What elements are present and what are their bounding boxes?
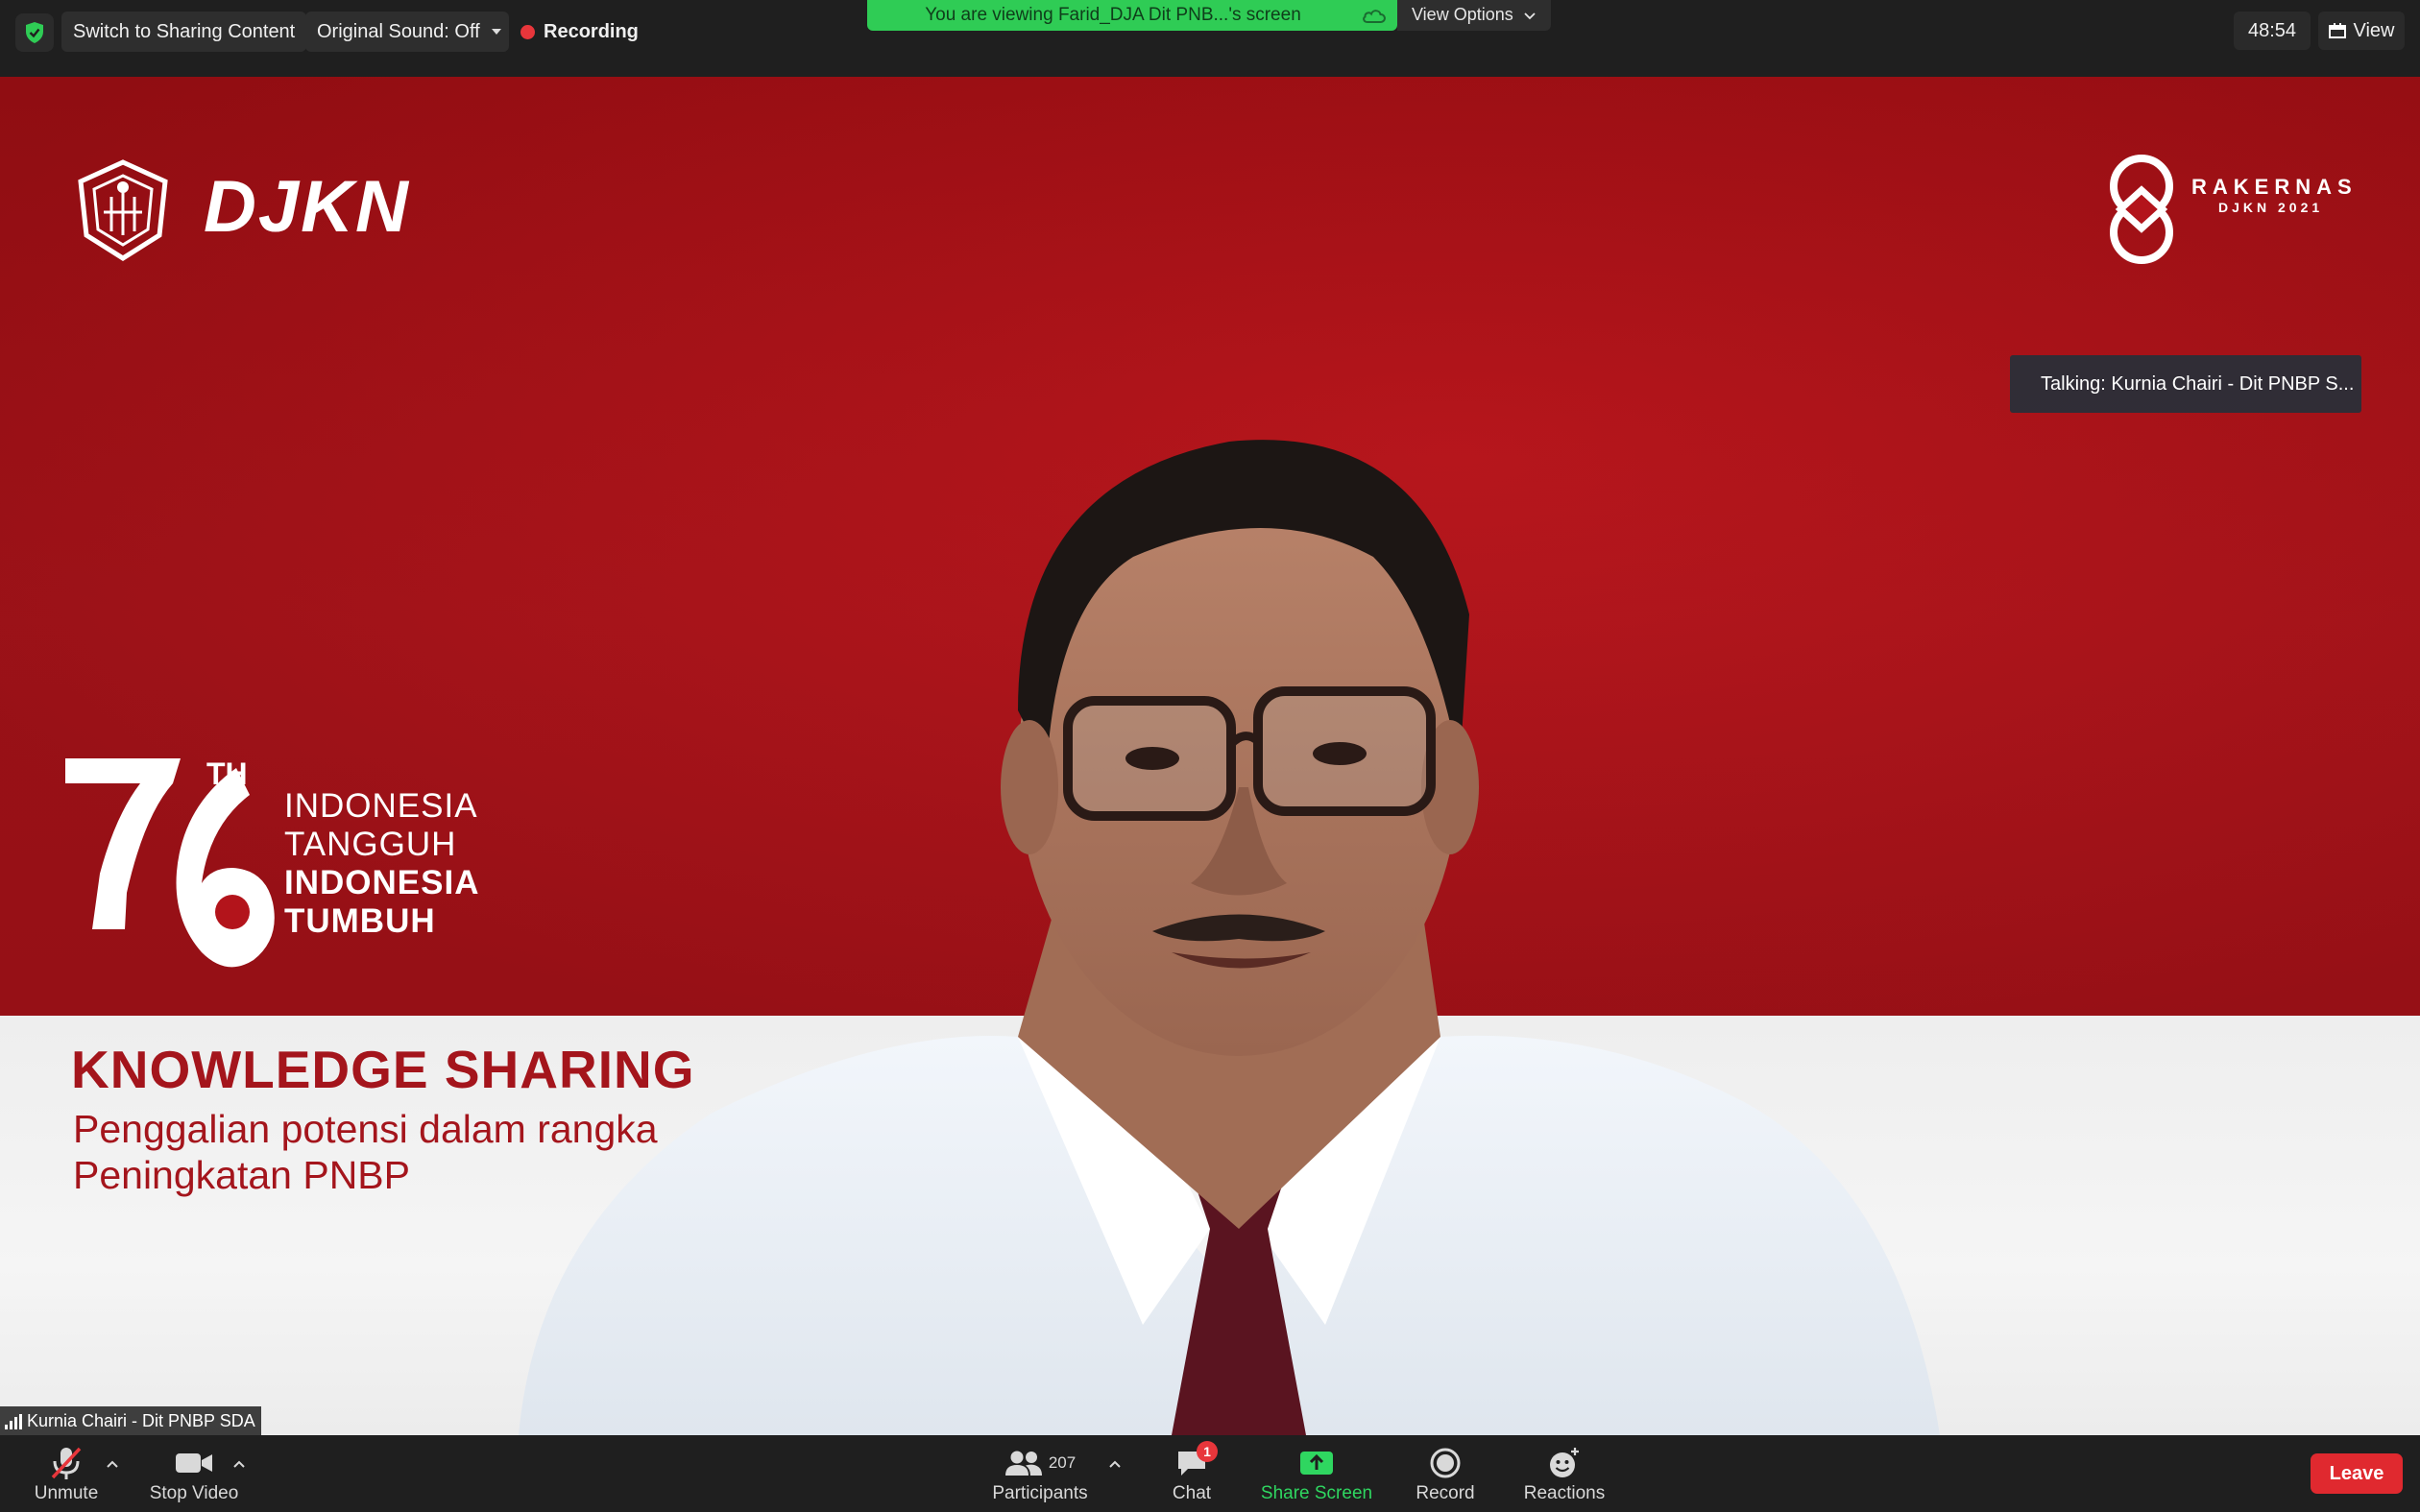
participant-count: 207 xyxy=(1048,1453,1077,1472)
djkn-logo-text: DJKN xyxy=(204,166,410,248)
leave-meeting-button[interactable]: Leave xyxy=(2311,1453,2403,1494)
original-sound-button[interactable]: Original Sound: Off xyxy=(305,12,492,52)
share-screen-arrow-icon xyxy=(1300,1452,1333,1475)
chat-button[interactable]: 1 Chat xyxy=(1166,1441,1218,1506)
stop-video-button[interactable]: Stop Video xyxy=(146,1443,242,1506)
reactions-button[interactable]: Reactions xyxy=(1521,1443,1608,1506)
rakernas-title: RAKERNAS xyxy=(2191,175,2358,199)
viewing-screen-label: You are viewing Farid_DJA Dit PNB...'s s… xyxy=(925,5,1301,25)
record-button[interactable]: Record xyxy=(1412,1443,1479,1506)
record-label: Record xyxy=(1416,1483,1475,1503)
signal-strength-icon xyxy=(5,1414,22,1429)
security-shield-icon[interactable] xyxy=(15,13,54,52)
muted-microphone-icon xyxy=(51,1447,82,1479)
video-stage[interactable]: DJKN RAKERNAS DJKN 2021 Talking: Kurnia … xyxy=(0,77,2420,1435)
top-bar: Switch to Sharing Content Original Sound… xyxy=(0,0,2420,77)
participant-name-tag: Kurnia Chairi - Dit PNBP SDA xyxy=(0,1406,261,1435)
unmute-label: Unmute xyxy=(34,1483,99,1503)
kemenkeu-emblem-icon xyxy=(78,159,168,261)
cloud-icon xyxy=(1363,10,1386,23)
share-screen-button[interactable]: Share Screen xyxy=(1258,1443,1375,1506)
sound-options-chevron-down-icon[interactable] xyxy=(484,12,509,52)
chat-unread-badge: 1 xyxy=(1197,1441,1218,1462)
tagline-line-1: INDONESIA xyxy=(284,787,478,825)
stop-video-label: Stop Video xyxy=(149,1483,239,1503)
slide-subtitle-line-1: Penggalian potensi dalam rangka xyxy=(73,1107,658,1151)
participants-button[interactable]: 207 Participants xyxy=(989,1443,1091,1506)
slide-subtitle-line-2: Peningkatan PNBP xyxy=(73,1153,411,1197)
speaker-video-feed xyxy=(519,440,1940,1435)
view-layout-button[interactable]: View xyxy=(2318,12,2405,50)
participants-options-chevron-up-icon[interactable] xyxy=(1108,1456,1122,1474)
video-options-chevron-up-icon[interactable] xyxy=(232,1456,246,1474)
th-superscript: TH xyxy=(206,756,248,791)
view-options-button[interactable]: View Options xyxy=(1397,0,1551,31)
video-camera-icon xyxy=(176,1453,212,1473)
participant-name-label: Kurnia Chairi - Dit PNBP SDA xyxy=(27,1411,255,1430)
meeting-toolbar: Unmute Stop Video 207 Participants 1 Cha… xyxy=(0,1435,2420,1512)
knowledge-sharing-heading: KNOWLEDGE SHARING xyxy=(71,1040,695,1099)
chevron-down-icon xyxy=(1524,12,1536,20)
audio-options-chevron-up-icon[interactable] xyxy=(106,1456,119,1474)
meeting-timer: 48:54 xyxy=(2234,12,2311,50)
tagline-line-3: INDONESIA xyxy=(284,864,480,901)
rakernas-logo-icon xyxy=(2110,155,2173,264)
tagline-line-4: TUMBUH xyxy=(284,902,436,940)
view-label: View xyxy=(2353,20,2395,41)
smiley-reaction-icon xyxy=(1550,1448,1579,1477)
unmute-button[interactable]: Unmute xyxy=(33,1443,100,1506)
recording-indicator[interactable]: Recording xyxy=(520,12,639,52)
viewing-screen-banner: You are viewing Farid_DJA Dit PNB...'s s… xyxy=(867,0,1397,31)
reactions-label: Reactions xyxy=(1523,1483,1606,1503)
rakernas-subtitle: DJKN 2021 xyxy=(2218,200,2324,215)
grid-view-icon xyxy=(2328,23,2346,38)
switch-to-sharing-content-button[interactable]: Switch to Sharing Content xyxy=(61,12,307,52)
participants-icon xyxy=(1004,1451,1042,1476)
share-screen-label: Share Screen xyxy=(1260,1483,1373,1503)
view-options-label: View Options xyxy=(1412,5,1513,24)
record-icon xyxy=(1430,1448,1461,1478)
recording-label: Recording xyxy=(544,20,639,42)
participants-label: Participants xyxy=(992,1483,1088,1503)
tagline-line-2: TANGGUH xyxy=(284,826,457,863)
chat-label: Chat xyxy=(1172,1483,1212,1503)
recording-dot-icon xyxy=(520,24,535,39)
